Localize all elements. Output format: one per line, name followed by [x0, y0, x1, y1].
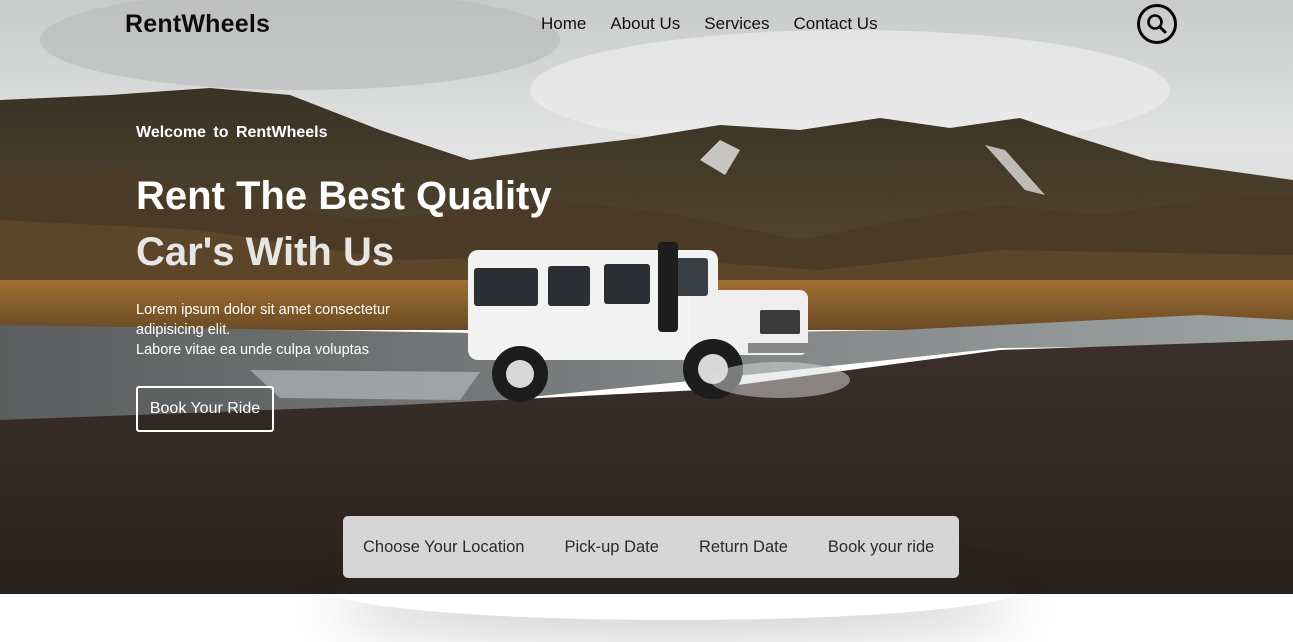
welcome-text: Welcome to RentWheels	[136, 124, 328, 141]
nav-item-home[interactable]: Home	[541, 14, 586, 34]
search-button[interactable]	[1137, 4, 1177, 44]
booking-bar: Choose Your Location Pick-up Date Return…	[343, 516, 959, 578]
top-navigation-bar: RentWheels Home About Us Services Contac…	[0, 0, 1293, 50]
main-nav: Home About Us Services Contact Us	[541, 14, 878, 34]
nav-item-services[interactable]: Services	[704, 14, 769, 34]
pickup-date-field[interactable]: Pick-up Date	[564, 538, 658, 557]
brand-logo[interactable]: RentWheels	[125, 10, 270, 39]
choose-location-field[interactable]: Choose Your Location	[363, 538, 524, 557]
hero-description: Lorem ipsum dolor sit amet consectetur a…	[136, 300, 436, 360]
description-line-3: Labore vitae ea unde culpa voluptas	[136, 342, 369, 358]
nav-item-about-us[interactable]: About Us	[610, 14, 680, 34]
hero-section: RentWheels Home About Us Services Contac…	[0, 0, 1293, 594]
hero-text-block: Welcome to RentWheels Rent The Best Qual…	[136, 124, 552, 360]
hero-headline: Rent The Best Quality Car's With Us	[136, 168, 552, 280]
book-your-ride-button[interactable]: Book Your Ride	[136, 386, 274, 432]
headline-line-2: Car's With Us	[136, 230, 395, 274]
return-date-field[interactable]: Return Date	[699, 538, 788, 557]
nav-item-contact-us[interactable]: Contact Us	[793, 14, 877, 34]
headline-line-1: Rent The Best Quality	[136, 174, 552, 218]
book-your-ride-link[interactable]: Book your ride	[828, 538, 934, 557]
description-line-1: Lorem ipsum dolor sit amet consectetur	[136, 302, 390, 318]
search-icon	[1147, 14, 1167, 34]
description-line-2: adipisicing elit.	[136, 322, 231, 338]
